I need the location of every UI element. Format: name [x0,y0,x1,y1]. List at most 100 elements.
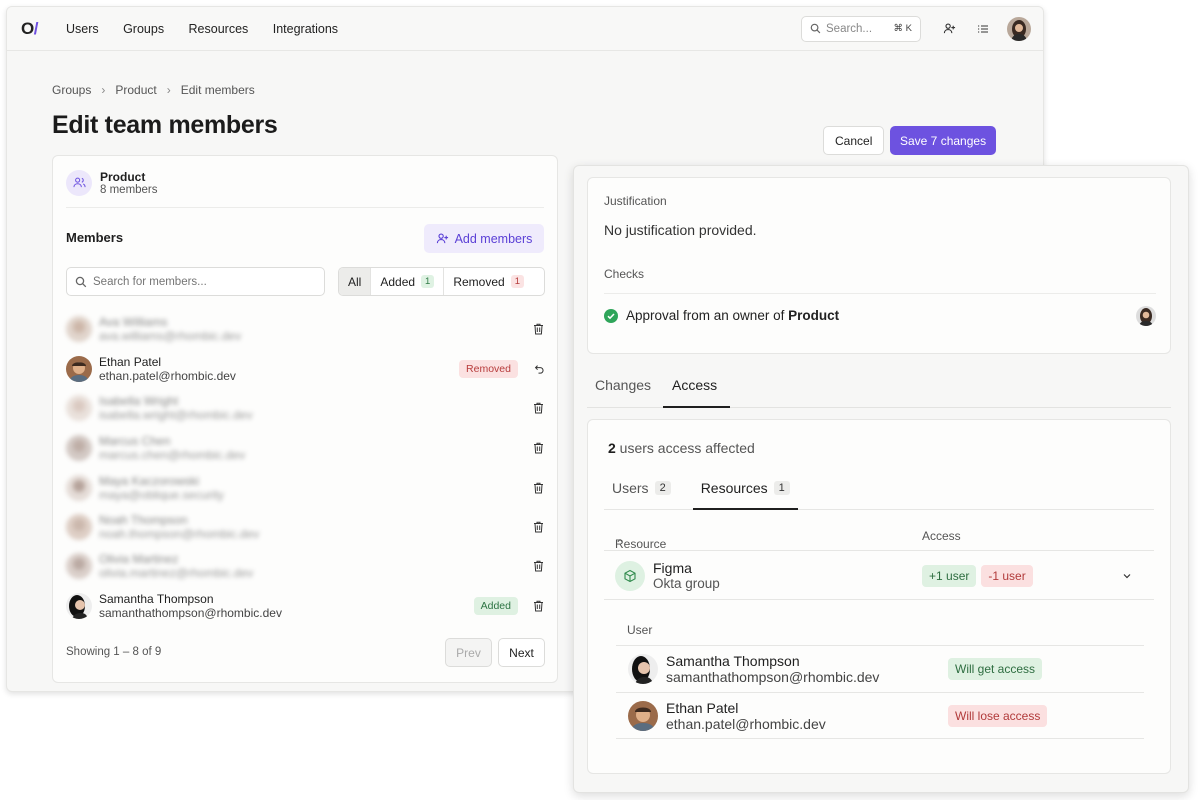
resource-type: Okta group [653,575,720,591]
resource-access-changes: +1 user -1 user [922,564,1033,587]
subtab-users[interactable]: Users 2 [604,468,679,510]
undo-icon[interactable] [530,361,546,377]
user-column-header: User [627,623,653,637]
check-circle-icon [604,308,618,323]
add-user-icon [436,232,449,245]
access-subtabs: Users 2 Resources 1 [604,468,1154,510]
group-header: Product 8 members [66,168,544,208]
filter-added-label: Added [380,274,416,289]
list-icon[interactable] [973,19,993,39]
member-email: ethan.patel@rhombic.dev [99,369,236,383]
trash-icon[interactable] [530,480,546,496]
invite-user-icon[interactable] [939,19,959,39]
avatar [66,356,92,382]
nav-users[interactable]: Users [66,22,99,36]
sort-ascending-icon: ⌃ [615,537,626,551]
trash-icon[interactable] [530,400,546,416]
resource-table-header: Resource ⌃ Access [604,521,1154,551]
add-members-button[interactable]: Add members [424,224,544,253]
trash-icon[interactable] [530,440,546,456]
member-name: Olivia Martinez [99,552,179,566]
prev-page-button[interactable]: Prev [445,638,492,667]
group-member-count: 8 members [100,183,158,196]
avatar [66,593,92,619]
resource-row[interactable]: Figma Okta group +1 user -1 user [604,552,1154,600]
filter-removed-count: 1 [510,275,524,288]
trash-icon[interactable] [530,519,546,535]
member-row: Marcus Chen marcus.chen@rhombic.dev [66,430,546,466]
member-name: Marcus Chen [99,434,171,448]
affected-count: 2 [608,440,616,456]
nav-groups[interactable]: Groups [123,22,164,36]
search-placeholder: Search... [826,22,873,35]
avatar [66,553,92,579]
members-card: Product 8 members Members Add members Al… [52,155,558,683]
member-name: Noah Thompson [99,513,188,527]
removed-users-pill: -1 user [981,564,1033,587]
save-changes-button[interactable]: Save 7 changes [890,126,997,155]
member-email: isabella.wright@rhombic.dev [99,408,253,422]
tab-changes[interactable]: Changes [587,367,659,408]
status-badge: Added [473,597,518,615]
user-name: Samantha Thompson [666,653,800,669]
approver-avatar [1136,305,1156,326]
filter-all[interactable]: All [339,268,372,295]
affected-user-row: Samantha Thompson samanthathompson@rhomb… [616,645,1144,692]
search-icon [810,23,821,34]
member-search-input[interactable] [93,275,313,288]
add-members-label: Add members [454,231,533,246]
trash-icon[interactable] [530,321,546,337]
filter-added[interactable]: Added 1 [371,268,445,295]
approval-check-row: Approval from an owner of Product [604,293,1156,337]
filter-added-count: 1 [421,275,435,288]
cancel-button[interactable]: Cancel [823,126,885,155]
affected-summary: 2 users access affected [608,440,755,456]
user-avatar[interactable] [1007,16,1031,41]
next-page-button[interactable]: Next [498,638,545,667]
trash-icon[interactable] [530,598,546,614]
member-name: Samantha Thompson [99,592,214,606]
check-prefix: Approval from an owner of [626,308,789,323]
affected-text: users access affected [615,440,755,456]
chevron-down-icon[interactable] [1122,571,1132,581]
breadcrumb-groups[interactable]: Groups [52,83,91,97]
global-search[interactable]: Search... ⌘ K [801,15,921,42]
subtab-resources[interactable]: Resources 1 [692,468,798,510]
user-email: ethan.patel@rhombic.dev [666,715,826,732]
avatar [66,435,92,461]
avatar [66,316,92,342]
breadcrumb: Groups › Product › Edit members [52,83,255,97]
filter-removed-label: Removed [453,274,505,289]
breadcrumb-product[interactable]: Product [115,83,156,97]
member-name: Isabella Wright [99,394,179,408]
package-icon [615,560,645,591]
app-logo[interactable]: O/ [21,19,38,39]
user-email: samanthathompson@rhombic.dev [666,669,880,685]
member-row: Ethan Patel ethan.patel@rhombic.dev Remov… [66,351,546,387]
member-row: Noah Thompson noah.thompson@rhombic.dev [66,509,546,545]
subtab-resources-label: Resources [700,480,768,496]
member-name: Maya Kaczorowski [99,474,200,488]
chevron-right-icon: › [166,83,171,97]
checks-label: Checks [604,267,645,281]
nav-integrations[interactable]: Integrations [273,22,338,36]
avatar [66,475,92,501]
justification-card: Justification No justification provided.… [587,177,1171,354]
status-badge: Removed [459,360,518,378]
tab-access[interactable]: Access [663,367,731,408]
review-changes-panel: Justification No justification provided.… [573,165,1189,793]
trash-icon[interactable] [530,558,546,574]
check-group-name: Product [788,308,840,323]
approval-check-text: Approval from an owner of Product [626,308,839,323]
filter-removed[interactable]: Removed 1 [444,268,533,295]
access-column-header: Access [922,529,961,543]
access-status-badge: Will get access [948,658,1043,680]
member-filter-tabs: All Added 1 Removed 1 [338,267,545,296]
member-email: marcus.chen@rhombic.dev [99,448,246,462]
nav-resources[interactable]: Resources [189,22,249,36]
avatar [66,514,92,540]
justification-value: No justification provided. [604,222,757,238]
group-icon [66,169,92,196]
avatar [66,395,92,421]
member-email: maya@oblique.security [99,488,224,502]
